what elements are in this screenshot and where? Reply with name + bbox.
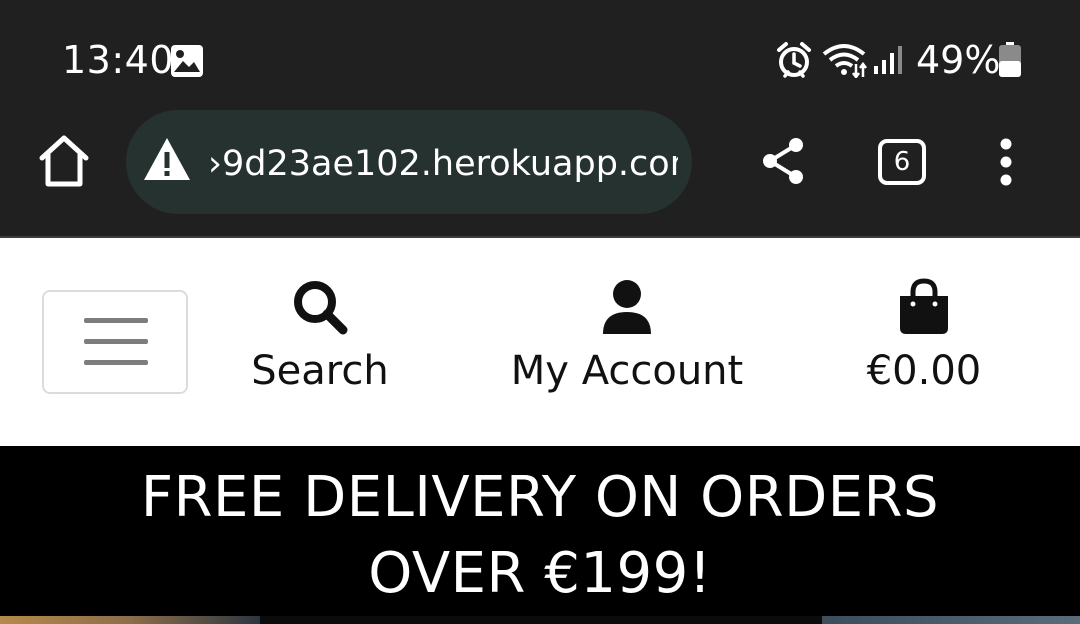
alarm-icon (777, 42, 811, 78)
shopping-bag-link[interactable]: €0.00 (850, 278, 998, 398)
url-bar[interactable]: ›9d23ae102.herokuapp.com (126, 110, 692, 214)
status-time: 13:40 (62, 38, 175, 82)
share-icon[interactable] (760, 136, 806, 186)
shopping-bag-icon (900, 278, 948, 334)
hero-image (0, 616, 1080, 624)
battery-percent: 49% (916, 38, 1001, 82)
signal-icon (874, 46, 902, 74)
url-text[interactable]: ›9d23ae102.herokuapp.com (208, 140, 678, 188)
status-bar: 13:40 49% (0, 0, 1080, 110)
tab-switcher-button[interactable]: 6 (878, 139, 926, 185)
more-vert-icon[interactable] (996, 137, 1016, 187)
battery-icon (999, 42, 1021, 77)
wifi-icon (822, 44, 867, 78)
search-label: Search (251, 348, 389, 394)
tab-count: 6 (893, 147, 911, 177)
search-icon (294, 281, 348, 335)
site-header: Search My Account €0.00 (0, 236, 1080, 446)
menu-toggle-button[interactable] (42, 290, 188, 394)
my-account-label: My Account (510, 348, 744, 394)
promo-text: FREE DELIVERY ON ORDERS OVER €199! (140, 465, 940, 606)
bag-total: €0.00 (866, 348, 982, 394)
my-account-link[interactable]: My Account (500, 278, 754, 398)
warning-icon[interactable] (142, 136, 192, 182)
search-link[interactable]: Search (230, 278, 410, 398)
promo-banner: FREE DELIVERY ON ORDERS OVER €199! (0, 446, 1080, 616)
home-icon[interactable] (38, 134, 90, 188)
gallery-icon (171, 45, 203, 77)
browser-toolbar: ›9d23ae102.herokuapp.com 6 (0, 110, 1080, 236)
user-icon (603, 280, 651, 334)
